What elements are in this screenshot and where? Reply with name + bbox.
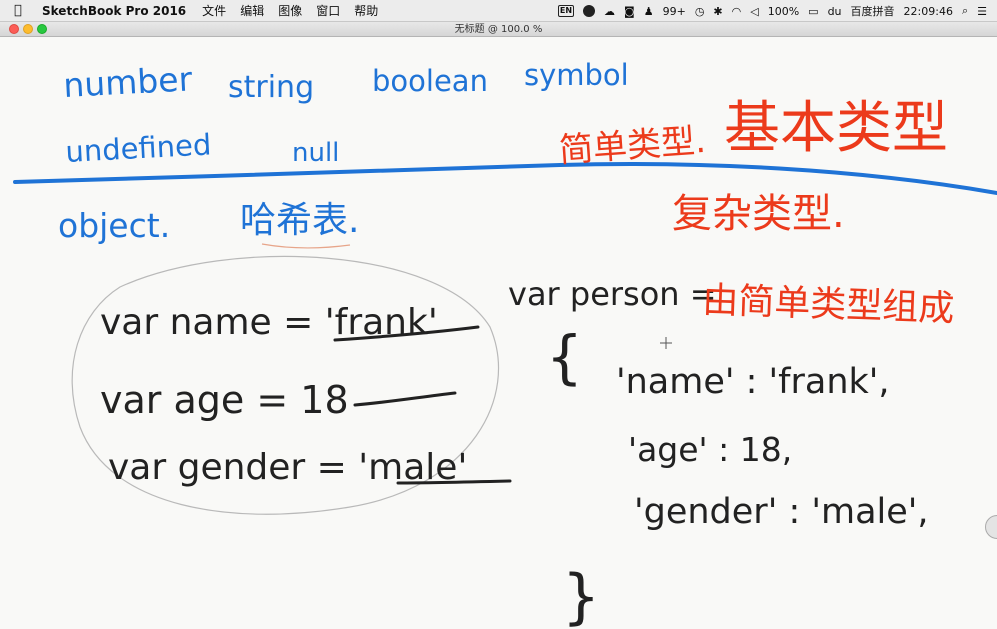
bluetooth-icon[interactable]: ✱: [713, 5, 722, 18]
object-label: object.: [58, 206, 170, 245]
person-declaration: var person =: [508, 275, 717, 313]
menu-help[interactable]: 帮助: [354, 2, 378, 19]
window-title: 无标题 @ 100.0 %: [454, 24, 543, 35]
window-titlebar: 无标题 @ 100.0 %: [0, 22, 997, 37]
crosshair-cursor-icon: [660, 337, 672, 349]
object-line-name: 'name' : 'frank',: [616, 362, 890, 402]
status-area: EN ☁ ◙ ♟ 99+ ◷ ✱ ◠ ◁ 100% ▭ du 百度拼音 22:0…: [557, 0, 987, 22]
hash-underline: [261, 243, 351, 249]
code-line-gender: var gender = 'male': [108, 447, 467, 488]
complex-types-label: 复杂类型.: [672, 191, 845, 237]
type-number: number: [62, 59, 193, 105]
cloud-icon[interactable]: ☁: [604, 5, 615, 18]
drawing-canvas[interactable]: number string boolean symbol undefined n…: [0, 37, 997, 629]
search-icon[interactable]: ⌕: [962, 4, 968, 18]
time-machine-icon[interactable]: ◷: [695, 5, 705, 18]
hash-table-label: 哈希表.: [240, 200, 359, 241]
code-line-name: var name = 'frank': [100, 302, 438, 343]
clock[interactable]: 22:09:46: [904, 5, 953, 18]
menu-bar:  SketchBook Pro 2016 文件 编辑 图像 窗口 帮助 EN …: [0, 0, 997, 22]
menu-window[interactable]: 窗口: [316, 2, 340, 19]
type-null: null: [292, 138, 339, 168]
code-line-age: var age = 18: [100, 378, 349, 422]
input-source-badge[interactable]: EN: [557, 5, 575, 17]
notification-count[interactable]: 99+: [663, 5, 686, 18]
type-string: string: [228, 70, 314, 105]
menu-file[interactable]: 文件: [202, 2, 226, 19]
object-line-gender: 'gender' : 'male',: [634, 492, 929, 532]
chat-icon[interactable]: [583, 5, 596, 17]
composed-of-label: 由简单类型组成: [702, 280, 955, 330]
object-close-brace: }: [562, 562, 600, 629]
menu-edit[interactable]: 编辑: [240, 2, 264, 19]
battery-percent[interactable]: 100%: [768, 5, 799, 18]
underline-18: [353, 391, 457, 407]
app-name-menu[interactable]: SketchBook Pro 2016: [42, 4, 186, 18]
type-symbol: symbol: [524, 58, 629, 92]
battery-icon[interactable]: ▭: [808, 5, 818, 18]
penguin-icon[interactable]: ♟: [644, 5, 654, 18]
object-line-age: 'age' : 18,: [628, 430, 792, 469]
baidu-icon[interactable]: du: [828, 5, 842, 18]
menu-image[interactable]: 图像: [278, 2, 302, 19]
separator-stroke: [13, 162, 997, 195]
ime-label[interactable]: 百度拼音: [851, 3, 895, 19]
volume-icon[interactable]: ◁: [750, 5, 758, 18]
apple-icon[interactable]: : [14, 3, 28, 18]
basic-types-label: 基本类型: [724, 96, 948, 161]
sketch-svg: number string boolean symbol undefined n…: [13, 58, 997, 629]
type-undefined: undefined: [65, 127, 212, 169]
list-icon[interactable]: ☰: [977, 5, 987, 18]
wifi-icon[interactable]: ◠: [732, 5, 742, 18]
monitor-icon[interactable]: ◙: [624, 5, 635, 18]
object-open-brace: {: [546, 323, 583, 391]
type-boolean: boolean: [372, 64, 488, 98]
